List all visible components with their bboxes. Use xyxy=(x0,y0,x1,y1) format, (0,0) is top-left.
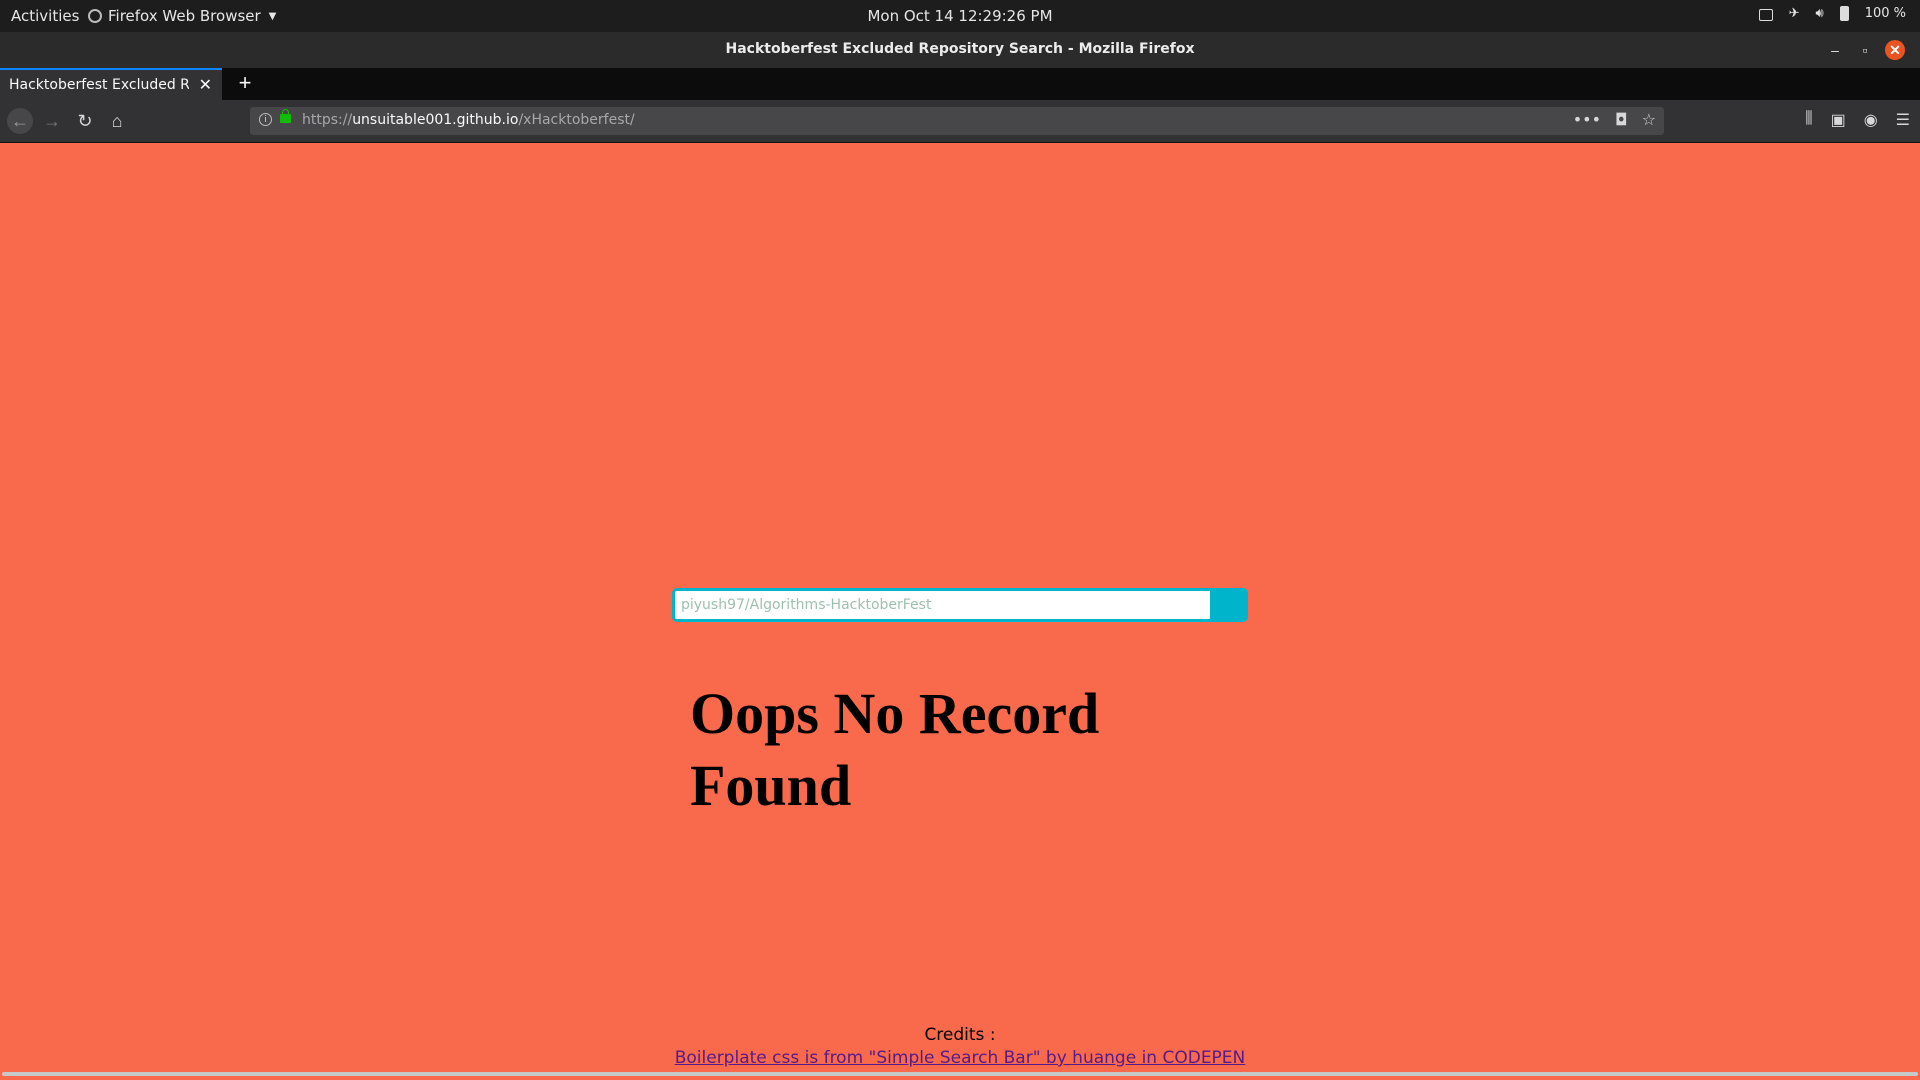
keyboard-icon xyxy=(1758,8,1773,21)
horizontal-scrollbar[interactable] xyxy=(2,1072,1918,1076)
home-button[interactable]: ⌂ xyxy=(104,108,130,134)
pocket-icon[interactable]: ◘ xyxy=(1615,110,1628,129)
hamburger-menu-icon[interactable]: ☰ xyxy=(1896,110,1910,130)
tab-label: Hacktoberfest Excluded Repos xyxy=(9,77,189,93)
chevron-down-icon: ▼ xyxy=(268,10,277,22)
app-menu[interactable]: Firefox Web Browser ▼ xyxy=(88,7,276,25)
close-window-button[interactable]: ✕ xyxy=(1885,40,1905,60)
credits-link[interactable]: Boilerplate css is from "Simple Search B… xyxy=(675,1048,1246,1068)
toolbar-right: ⫼ ▣ ◉ ☰ xyxy=(1805,110,1910,130)
repository-search-input[interactable] xyxy=(672,588,1212,622)
url-host: unsuitable001.github.io xyxy=(352,112,519,128)
maximize-button[interactable]: ▫ xyxy=(1855,40,1875,60)
credits-label: Credits : xyxy=(924,1025,996,1045)
bookmark-star-icon[interactable]: ☆ xyxy=(1642,110,1656,129)
search-bar xyxy=(672,588,1248,622)
system-tray[interactable]: ✈ 🔊︎ 100 % xyxy=(1758,6,1906,21)
firefox-icon xyxy=(88,9,102,23)
window-title: Hacktoberfest Excluded Repository Search… xyxy=(725,41,1195,57)
close-tab-icon[interactable]: ✕ xyxy=(199,75,212,94)
tab-active[interactable]: Hacktoberfest Excluded Repos ✕ xyxy=(0,68,222,100)
url-scheme: https:// xyxy=(302,112,353,128)
reload-button[interactable]: ↻ xyxy=(72,108,98,134)
battery-icon xyxy=(1839,6,1849,21)
library-icon[interactable]: ⫼ xyxy=(1805,110,1812,130)
account-icon[interactable]: ◉ xyxy=(1864,110,1878,130)
back-button[interactable]: ← xyxy=(7,108,33,134)
clock[interactable]: Mon Oct 14 12:29:26 PM xyxy=(0,7,1920,25)
site-info-icon[interactable]: i xyxy=(259,113,272,126)
page-content: Oops No Record Found Credits : Boilerpla… xyxy=(0,143,1920,1080)
page-actions-menu-icon[interactable]: ••• xyxy=(1573,110,1601,129)
minimize-button[interactable]: – xyxy=(1825,40,1845,60)
forward-button[interactable]: → xyxy=(39,108,65,134)
volume-icon: 🔊︎ xyxy=(1815,6,1824,21)
airplane-mode-icon: ✈ xyxy=(1788,6,1800,21)
system-top-bar: Activities Firefox Web Browser ▼ Mon Oct… xyxy=(0,0,1920,32)
window-title-bar: Hacktoberfest Excluded Repository Search… xyxy=(0,32,1920,68)
url-path: /xHacktoberfest/ xyxy=(518,112,635,128)
page-actions: ••• ◘ ☆ xyxy=(1573,110,1656,129)
url-bar[interactable]: i https://unsuitable001.github.io/xHackt… xyxy=(250,107,1664,135)
new-tab-button[interactable]: + xyxy=(232,70,258,96)
battery-percent: 100 % xyxy=(1864,6,1906,21)
tab-strip: Hacktoberfest Excluded Repos ✕ + xyxy=(0,68,1920,100)
credits-line: Boilerplate css is from "Simple Search B… xyxy=(0,1048,1920,1068)
lock-icon xyxy=(280,109,291,123)
sidebar-icon[interactable]: ▣ xyxy=(1831,110,1846,130)
search-button[interactable] xyxy=(1210,588,1248,622)
navigation-toolbar: ← → ↻ ⌂ i https://unsuitable001.github.i… xyxy=(0,100,1920,143)
no-record-message: Oops No Record Found xyxy=(690,681,1100,818)
app-menu-label: Firefox Web Browser xyxy=(108,7,261,25)
activities-button[interactable]: Activities xyxy=(11,7,79,25)
url-text[interactable]: https://unsuitable001.github.io/xHacktob… xyxy=(302,112,635,128)
